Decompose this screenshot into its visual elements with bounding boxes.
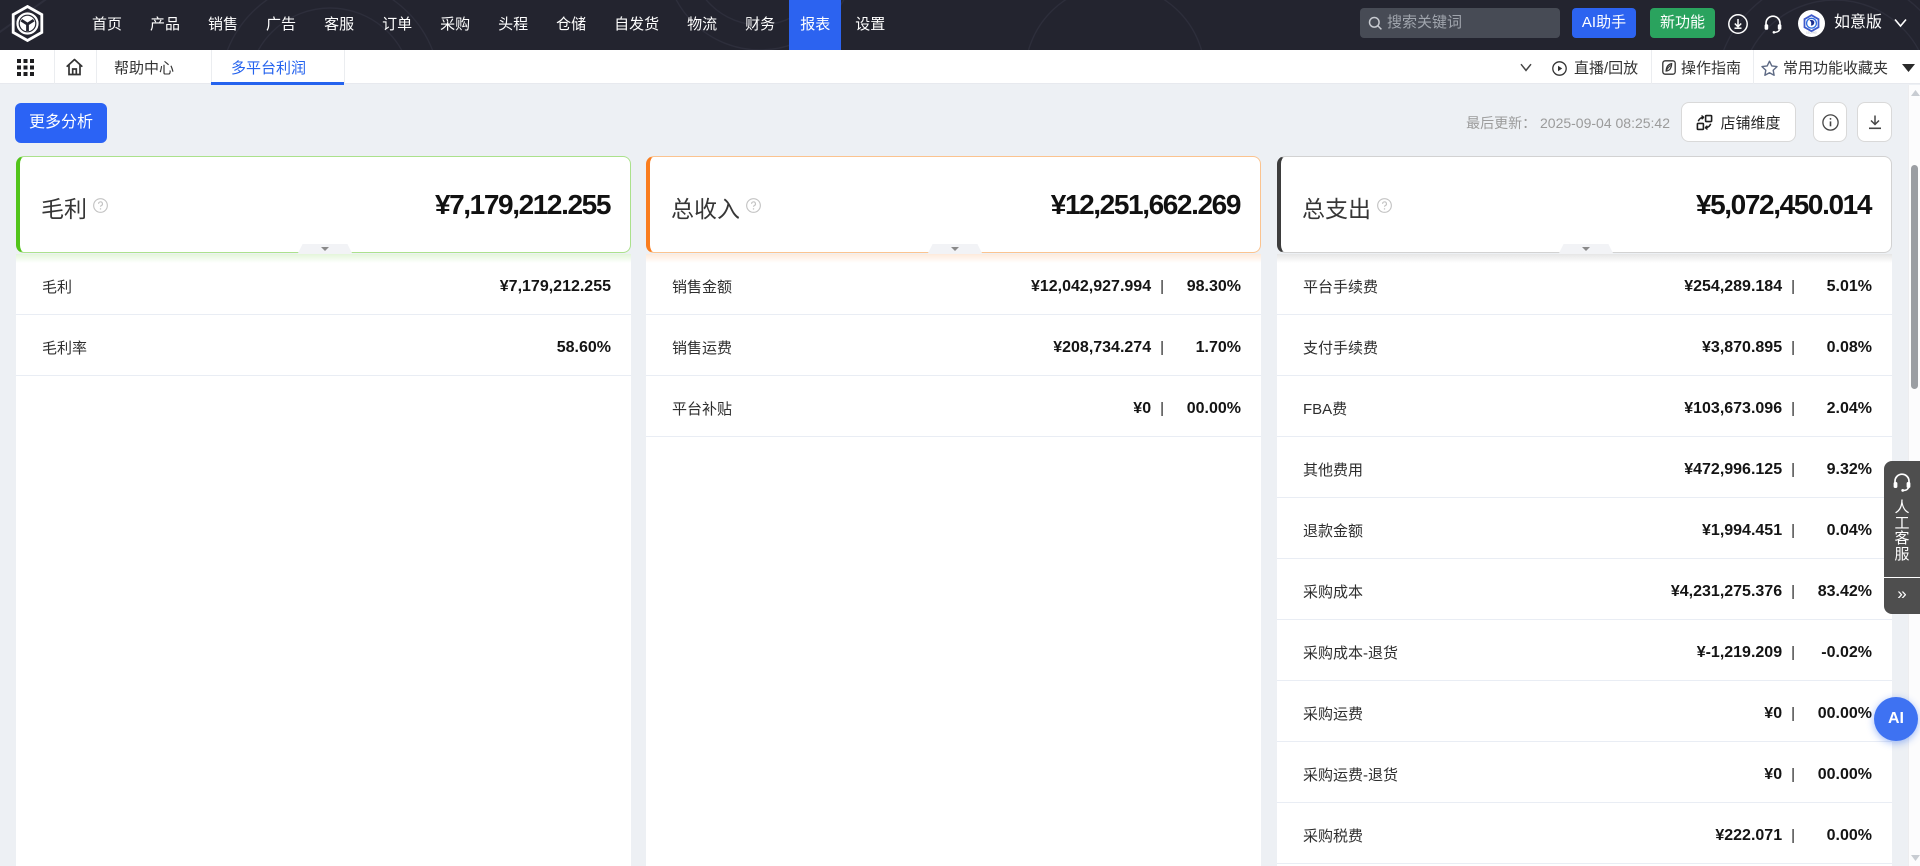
svg-text:LECANG: LECANG xyxy=(1806,31,1817,35)
